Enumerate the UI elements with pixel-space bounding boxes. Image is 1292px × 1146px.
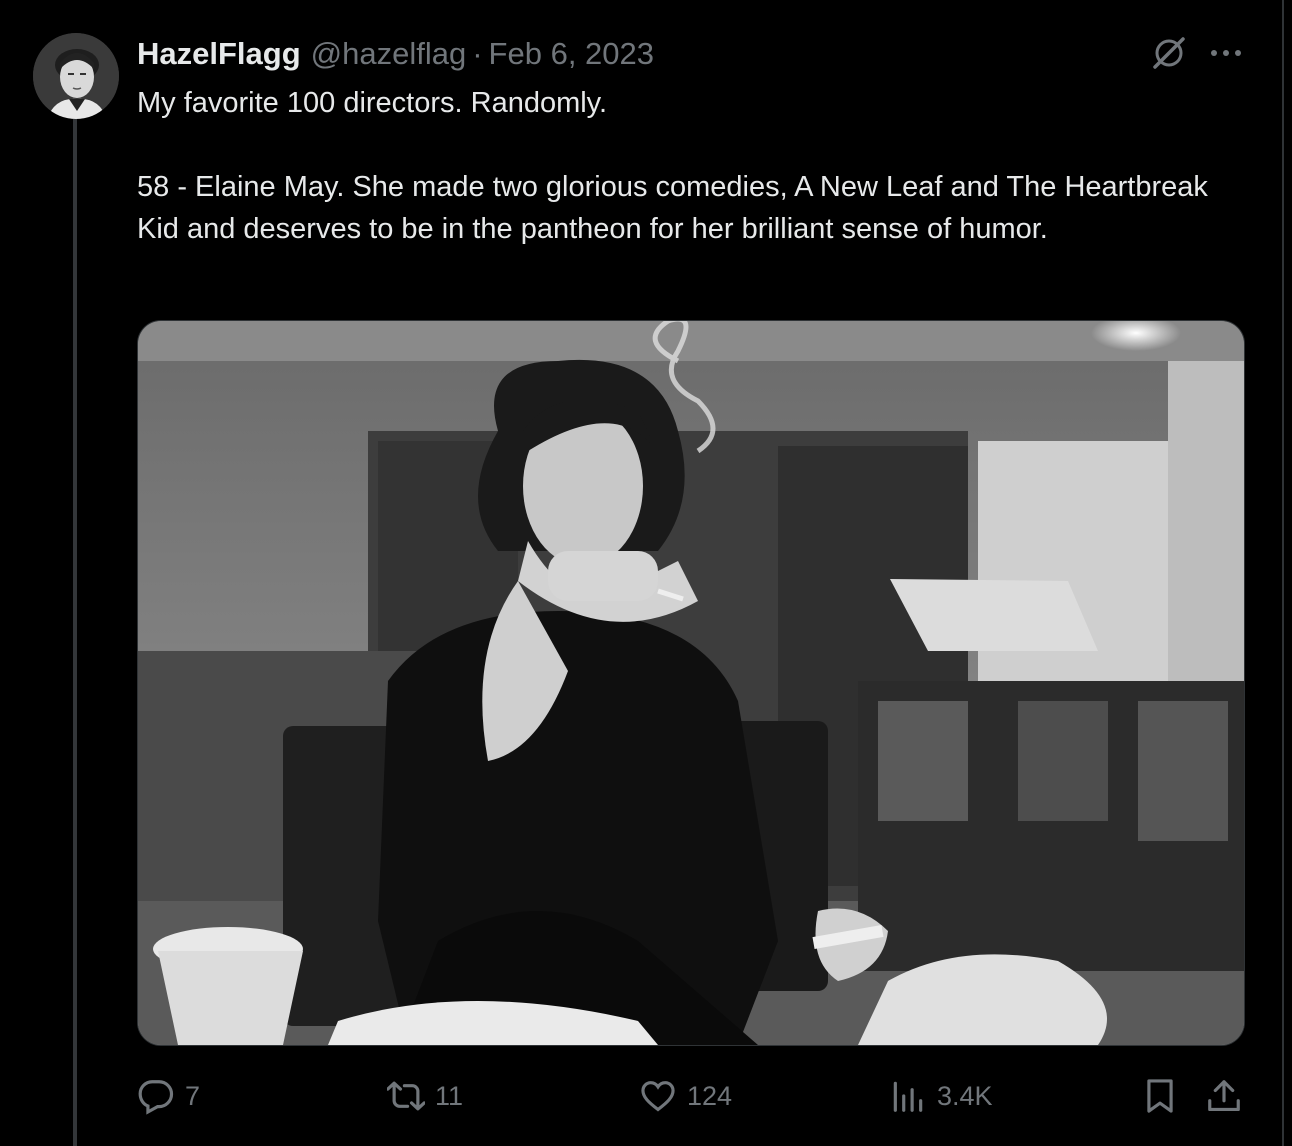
repost-icon [387,1081,425,1111]
more-icon[interactable] [1206,38,1246,68]
reply-icon [138,1080,174,1115]
share-icon [1208,1080,1240,1112]
post-text: My favorite 100 directors. Randomly. 58 … [137,82,1227,250]
like-button[interactable]: 124 [639,1072,732,1120]
repost-count: 11 [435,1080,464,1111]
photo-image [138,321,1244,1045]
thread-line [73,118,77,1146]
views-button[interactable]: 3.4K [889,1072,993,1120]
grok-icon[interactable] [1150,34,1188,72]
post-header: HazelFlagg @hazelflag · Feb 6, 2023 [137,36,654,72]
author-display-name[interactable]: HazelFlagg [137,36,301,72]
post-date[interactable]: Feb 6, 2023 [489,36,654,72]
header-separator: · [472,36,483,71]
post-text-line-2: 58 - Elaine May. She made two glorious c… [137,171,1208,245]
reply-count: 7 [185,1080,201,1111]
heart-icon [641,1081,675,1112]
views-icon [893,1081,923,1112]
like-count: 124 [687,1080,733,1111]
author-handle[interactable]: @hazelflag [311,36,467,72]
column-border [1282,0,1284,1146]
views-count: 3.4K [937,1080,993,1111]
post-text-line-1: My favorite 100 directors. Randomly. [137,87,608,119]
bookmark-icon [1147,1079,1173,1113]
reply-button[interactable]: 7 [137,1072,200,1120]
avatar-portrait-icon [33,33,119,119]
bookmark-button[interactable] [1141,1072,1179,1120]
author-avatar[interactable] [33,33,119,119]
repost-button[interactable]: 11 [387,1072,463,1120]
post-media-photo[interactable] [137,320,1245,1046]
post-actions: 7 11 124 3.4K [137,1072,1247,1120]
share-button[interactable] [1205,1072,1243,1120]
